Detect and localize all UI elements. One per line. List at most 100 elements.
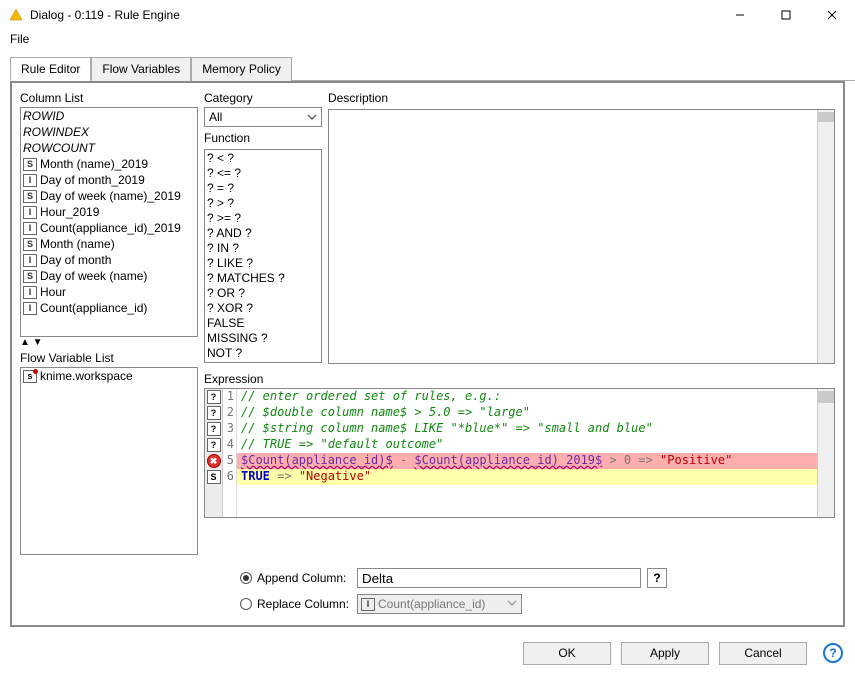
code-line[interactable]: // $double column name$ > 5.0 => "large" bbox=[237, 405, 817, 421]
column-item[interactable]: SDay of week (name)_2019 bbox=[21, 188, 197, 204]
close-button[interactable] bbox=[809, 0, 855, 30]
column-item[interactable]: SMonth (name) bbox=[21, 236, 197, 252]
line-number: 2 bbox=[223, 405, 236, 421]
type-badge: I bbox=[23, 206, 37, 219]
replace-column-value: Count(appliance_id) bbox=[378, 597, 485, 611]
apply-button[interactable]: Apply bbox=[621, 642, 709, 665]
flow-variable-list[interactable]: sknime.workspace bbox=[20, 367, 198, 555]
function-item[interactable]: ? XOR ? bbox=[207, 301, 319, 316]
column-name: Day of week (name) bbox=[40, 268, 147, 284]
tab-flow-variables[interactable]: Flow Variables bbox=[91, 57, 191, 81]
expression-section: Expression ????✖S 123456 // enter ordere… bbox=[204, 372, 835, 518]
function-list[interactable]: ? < ?? <= ?? = ?? > ?? >= ?? AND ?? IN ?… bbox=[204, 149, 322, 363]
code-line[interactable]: // TRUE => "default outcome" bbox=[237, 437, 817, 453]
line-number: 3 bbox=[223, 421, 236, 437]
column-name: Day of month_2019 bbox=[40, 172, 145, 188]
column-item[interactable]: IHour bbox=[21, 284, 197, 300]
column-item[interactable]: ICount(appliance_id) bbox=[21, 300, 197, 316]
function-item[interactable]: FALSE bbox=[207, 316, 319, 331]
function-item[interactable]: ? MATCHES ? bbox=[207, 271, 319, 286]
expression-scrollbar[interactable] bbox=[817, 389, 834, 517]
type-badge: I bbox=[23, 222, 37, 235]
column-item[interactable]: IHour_2019 bbox=[21, 204, 197, 220]
column-name: Month (name)_2019 bbox=[40, 156, 148, 172]
column-name: Hour bbox=[40, 284, 66, 300]
column-item[interactable]: SMonth (name)_2019 bbox=[21, 156, 197, 172]
maximize-button[interactable] bbox=[763, 0, 809, 30]
gutter-row: ? bbox=[205, 421, 222, 437]
line-number: 1 bbox=[223, 389, 236, 405]
replace-column-row: Replace Column: I Count(appliance_id) bbox=[240, 591, 835, 617]
category-label: Category bbox=[204, 91, 322, 105]
replace-column-combo[interactable]: I Count(appliance_id) bbox=[357, 594, 522, 614]
flow-variable-icon: s bbox=[23, 370, 37, 383]
column-meta-item[interactable]: ROWCOUNT bbox=[21, 140, 197, 156]
main-panel: Column List ROWIDROWINDEXROWCOUNTSMonth … bbox=[10, 81, 845, 627]
function-item[interactable]: ? OR ? bbox=[207, 286, 319, 301]
right-column: Category All Function ? < ?? <= ?? = ?? … bbox=[204, 91, 835, 555]
function-item[interactable]: ? > ? bbox=[207, 196, 319, 211]
minimize-button[interactable] bbox=[717, 0, 763, 30]
flow-variable-item[interactable]: sknime.workspace bbox=[21, 368, 197, 384]
replace-column-radio[interactable] bbox=[240, 598, 252, 610]
type-badge: I bbox=[23, 286, 37, 299]
category-function-col: Category All Function ? < ?? <= ?? = ?? … bbox=[204, 91, 322, 364]
code-line[interactable]: TRUE => "Negative" bbox=[237, 469, 817, 485]
column-name: Hour_2019 bbox=[40, 204, 99, 220]
function-item[interactable]: MISSING ? bbox=[207, 331, 319, 346]
type-badge: I bbox=[23, 254, 37, 267]
description-scrollbar[interactable] bbox=[817, 110, 834, 363]
expression-editor[interactable]: ????✖S 123456 // enter ordered set of ru… bbox=[204, 388, 835, 518]
output-options: Append Column: ? Replace Column: I Count… bbox=[20, 565, 835, 617]
column-meta-item[interactable]: ROWID bbox=[21, 108, 197, 124]
scroll-indicator[interactable]: ▲ ▼ bbox=[20, 337, 198, 347]
function-item[interactable]: ? LIKE ? bbox=[207, 256, 319, 271]
column-item[interactable]: IDay of month bbox=[21, 252, 197, 268]
append-column-input[interactable] bbox=[357, 568, 641, 588]
type-badge: I bbox=[23, 302, 37, 315]
tab-rule-editor[interactable]: Rule Editor bbox=[10, 57, 91, 81]
gutter-row: S bbox=[205, 469, 222, 485]
append-help-button[interactable]: ? bbox=[647, 568, 667, 588]
app-icon bbox=[8, 7, 24, 23]
function-item[interactable]: ? <= ? bbox=[207, 166, 319, 181]
window-title: Dialog - 0:119 - Rule Engine bbox=[30, 8, 717, 22]
menu-file[interactable]: File bbox=[4, 30, 35, 48]
type-badge: S bbox=[23, 158, 37, 171]
code-line[interactable]: $Count(appliance_id)$ - $Count(appliance… bbox=[237, 453, 817, 469]
append-column-label: Append Column: bbox=[257, 571, 357, 585]
code-line[interactable]: // enter ordered set of rules, e.g.: bbox=[237, 389, 817, 405]
column-item[interactable]: ICount(appliance_id)_2019 bbox=[21, 220, 197, 236]
title-bar: Dialog - 0:119 - Rule Engine bbox=[0, 0, 855, 30]
flow-variable-label: Flow Variable List bbox=[20, 351, 198, 365]
ok-button[interactable]: OK bbox=[523, 642, 611, 665]
dialog-window: Dialog - 0:119 - Rule Engine File Rule E… bbox=[0, 0, 855, 673]
gutter-row: ? bbox=[205, 437, 222, 453]
cancel-button[interactable]: Cancel bbox=[719, 642, 807, 665]
column-item[interactable]: IDay of month_2019 bbox=[21, 172, 197, 188]
tab-memory-policy[interactable]: Memory Policy bbox=[191, 57, 292, 81]
help-button[interactable]: ? bbox=[823, 643, 843, 663]
append-column-row: Append Column: ? bbox=[240, 565, 835, 591]
function-item[interactable]: ? = ? bbox=[207, 181, 319, 196]
column-meta-item[interactable]: ROWINDEX bbox=[21, 124, 197, 140]
function-item[interactable]: NOT ? bbox=[207, 346, 319, 361]
column-list[interactable]: ROWIDROWINDEXROWCOUNTSMonth (name)_2019I… bbox=[20, 107, 198, 337]
category-select[interactable]: All bbox=[204, 107, 322, 127]
function-item[interactable]: ? AND ? bbox=[207, 226, 319, 241]
gutter: ????✖S bbox=[205, 389, 223, 517]
function-item[interactable]: ? IN ? bbox=[207, 241, 319, 256]
code-area[interactable]: // enter ordered set of rules, e.g.:// $… bbox=[237, 389, 817, 517]
category-selected: All bbox=[209, 110, 222, 124]
type-badge: S bbox=[23, 270, 37, 283]
function-item[interactable]: ? < ? bbox=[207, 151, 319, 166]
column-item[interactable]: SDay of week (name) bbox=[21, 268, 197, 284]
type-badge: I bbox=[23, 174, 37, 187]
question-icon: ? bbox=[207, 438, 221, 452]
line-numbers: 123456 bbox=[223, 389, 237, 517]
column-list-label: Column List bbox=[20, 91, 198, 105]
question-icon: ? bbox=[207, 390, 221, 404]
function-item[interactable]: ? >= ? bbox=[207, 211, 319, 226]
append-column-radio[interactable] bbox=[240, 572, 252, 584]
code-line[interactable]: // $string column name$ LIKE "*blue*" =>… bbox=[237, 421, 817, 437]
